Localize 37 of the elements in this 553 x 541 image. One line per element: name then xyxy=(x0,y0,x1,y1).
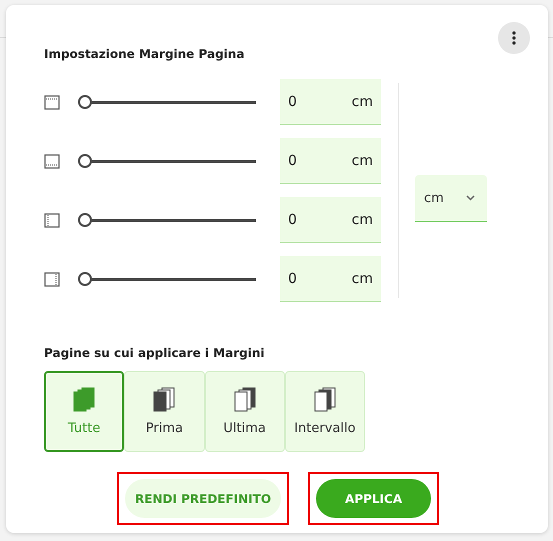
field-value: 0 xyxy=(288,94,297,110)
margin-slider[interactable] xyxy=(80,272,256,286)
margin-icon xyxy=(44,94,60,110)
page-option[interactable]: Prima xyxy=(124,371,205,452)
field-value: 0 xyxy=(288,152,297,168)
slider-thumb[interactable] xyxy=(78,272,92,286)
more-button[interactable] xyxy=(498,22,530,54)
margin-slider[interactable] xyxy=(80,154,256,168)
unit-label: cm xyxy=(352,152,373,168)
margin-field[interactable]: 0 cm xyxy=(280,256,381,302)
pages-icon xyxy=(312,387,337,413)
pages-icon xyxy=(152,387,176,413)
unit-label: cm xyxy=(352,212,373,228)
margin-icon xyxy=(44,154,60,168)
chevron-down-icon xyxy=(466,195,475,201)
field-value: 0 xyxy=(288,212,297,228)
margin-icon xyxy=(44,212,60,228)
field-value: 0 xyxy=(288,270,297,286)
margin-slider[interactable] xyxy=(80,95,256,109)
unit-label: cm xyxy=(352,94,373,110)
margin-field[interactable]: 0 cm xyxy=(280,79,381,125)
section-title: Pagine su cui applicare i Margini xyxy=(44,346,266,360)
pages-icon xyxy=(232,387,257,413)
unit-dropdown[interactable]: cm xyxy=(415,175,487,222)
margin-icon xyxy=(44,272,60,286)
pages-icon xyxy=(72,387,96,413)
page-option[interactable]: Intervallo xyxy=(284,371,366,452)
margin-field[interactable]: 0 cm xyxy=(280,138,381,184)
slider-thumb[interactable] xyxy=(78,154,92,168)
slider-thumb[interactable] xyxy=(78,213,92,227)
page-option[interactable]: Ultima xyxy=(204,371,285,452)
slider-thumb[interactable] xyxy=(78,95,92,109)
section-title: Impostazione Margine Pagina xyxy=(44,47,246,61)
more-icon xyxy=(512,31,516,45)
margin-field[interactable]: 0 cm xyxy=(280,197,381,243)
margin-slider[interactable] xyxy=(80,213,256,227)
unit-label: cm xyxy=(352,270,373,286)
